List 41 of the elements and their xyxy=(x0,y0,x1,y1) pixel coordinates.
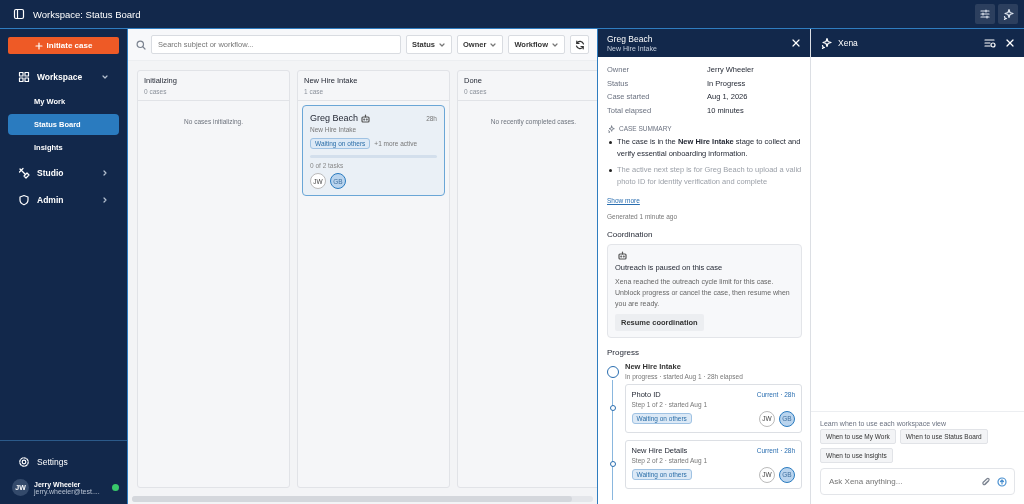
nav-section[interactable]: Studio xyxy=(8,162,119,184)
case-title: Greg Beach xyxy=(607,34,654,44)
refresh-icon xyxy=(574,39,585,50)
chevron-right-icon xyxy=(101,196,109,204)
chevron-down-icon xyxy=(101,73,109,81)
nav-section[interactable]: Admin xyxy=(8,189,119,211)
filter-settings-button[interactable] xyxy=(975,4,995,24)
send-icon[interactable] xyxy=(997,476,1007,487)
stage-marker xyxy=(607,365,619,378)
shield-icon xyxy=(18,194,30,206)
paperclip-icon[interactable] xyxy=(981,476,991,487)
section-heading: Progress xyxy=(607,347,640,357)
robot-icon xyxy=(618,250,627,260)
list-icon[interactable] xyxy=(984,38,996,48)
step-marker xyxy=(609,461,616,467)
assistant-button[interactable] xyxy=(998,4,1018,24)
step-marker xyxy=(609,405,616,411)
robot-icon xyxy=(361,113,371,123)
search-icon xyxy=(136,39,146,50)
bullet-dot xyxy=(609,140,612,144)
window-title: Workspace: Status Board xyxy=(33,8,141,20)
settings-link[interactable]: Settings xyxy=(8,451,119,473)
close-icon[interactable] xyxy=(792,39,800,47)
bullet-dot xyxy=(609,168,612,172)
sparkle-icon xyxy=(820,37,832,49)
scrollbar[interactable] xyxy=(132,496,593,502)
assistant-title: Xena xyxy=(838,38,858,48)
sliders-icon xyxy=(979,8,991,20)
sparkle-icon xyxy=(607,124,615,133)
plus-icon xyxy=(34,41,43,50)
section-heading: Coordination xyxy=(607,229,654,239)
chevron-right-icon xyxy=(101,169,109,177)
grid-icon xyxy=(18,71,30,83)
panel-toggle-icon[interactable] xyxy=(13,8,25,20)
refresh-button[interactable] xyxy=(570,35,589,54)
nav-section[interactable]: Workspace xyxy=(8,66,119,88)
sparkle-icon xyxy=(1002,8,1014,20)
case-name: Greg Beach xyxy=(310,113,359,123)
chat-input-box[interactable]: Ask Xena anything... xyxy=(820,468,1015,495)
settings-icon xyxy=(18,456,30,468)
close-icon[interactable] xyxy=(1006,39,1014,47)
